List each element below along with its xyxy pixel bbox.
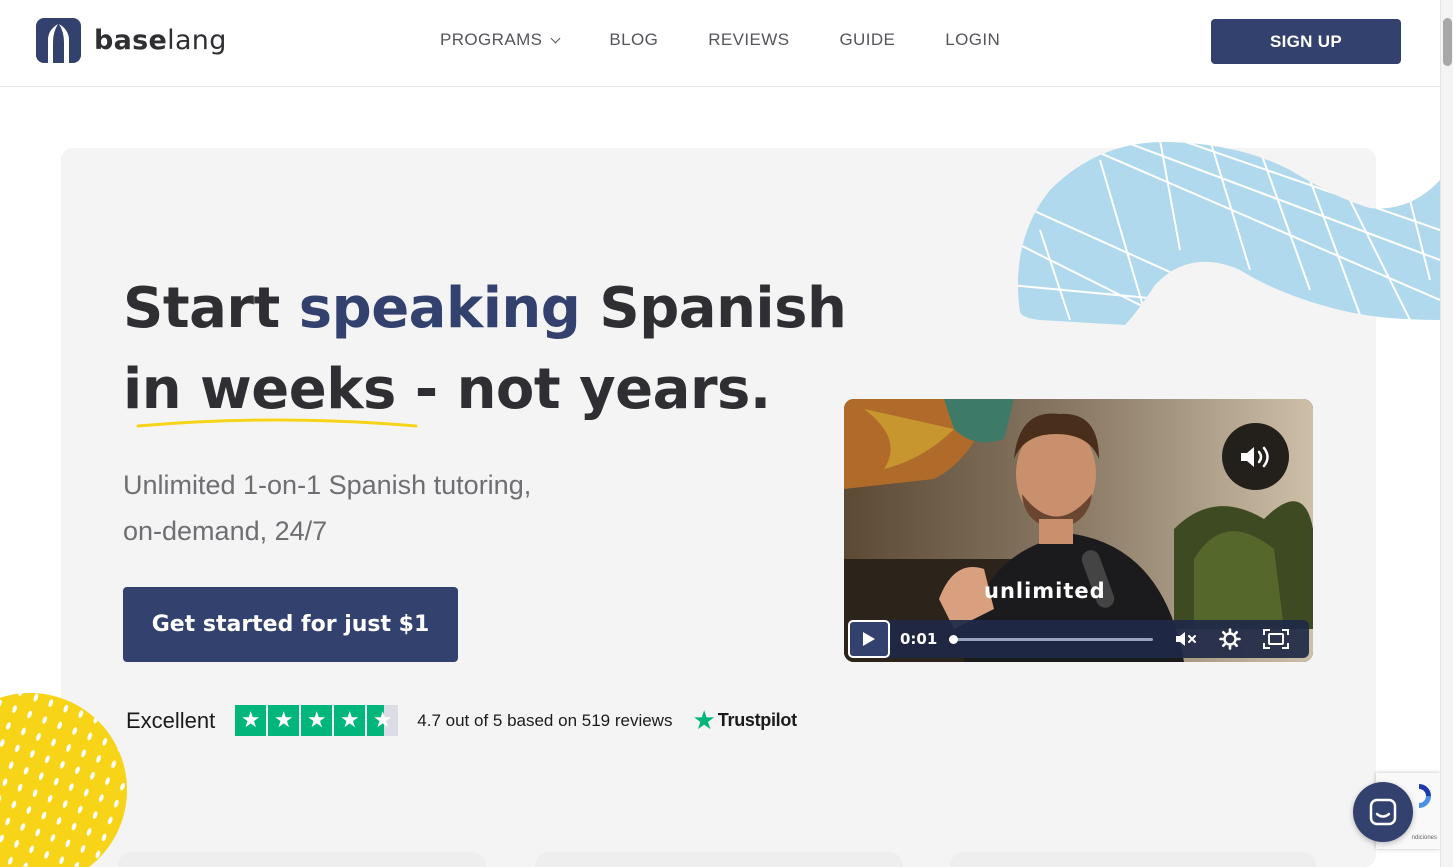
headline-part2: Spanish (580, 276, 847, 341)
logo-text-light: lang (167, 25, 227, 56)
video-controls: 0:01 (848, 620, 1309, 658)
chat-bubble-icon (1369, 798, 1397, 826)
star-icon: ★ (301, 705, 333, 736)
site-header: baselang PROGRAMS BLOG REVIEWS GUIDE LOG… (0, 0, 1440, 87)
nav-programs[interactable]: PROGRAMS (440, 30, 561, 50)
trustpilot-widget[interactable]: Excellent ★ ★ ★ ★ ★ 4.7 out of 5 based o… (126, 705, 797, 736)
trustpilot-logo: ★ Trustpilot (692, 705, 797, 736)
trustpilot-summary: 4.7 out of 5 based on 519 reviews (417, 710, 673, 730)
star-icon: ★ (268, 705, 300, 736)
muted-speaker-icon (1176, 632, 1197, 646)
subhead-line1: Unlimited 1-on-1 Spanish tutoring, (123, 470, 532, 500)
decorative-wave-shape (1018, 141, 1440, 325)
decorative-yellow-circle (0, 693, 127, 867)
headline-underline-decoration (136, 418, 418, 428)
logo-mark-icon (36, 18, 81, 63)
hero-video-player[interactable]: unlimited 0:01 (844, 399, 1313, 662)
hero-subheading: Unlimited 1-on-1 Spanish tutoring, on-de… (123, 462, 531, 554)
star-icon: ★ (235, 705, 267, 736)
chat-launcher-button[interactable] (1353, 782, 1413, 842)
trustpilot-stars: ★ ★ ★ ★ ★ (235, 705, 399, 736)
nav-blog[interactable]: BLOG (609, 30, 658, 50)
recaptcha-terms-text: ndiciones (1411, 835, 1437, 841)
nav-blog-label: BLOG (609, 30, 659, 49)
video-time: 0:01 (900, 630, 938, 648)
fullscreen-button[interactable] (1263, 629, 1290, 649)
logo-wordmark: baselang (94, 25, 227, 56)
play-icon (863, 632, 875, 646)
headline-accent: speaking (298, 276, 581, 341)
settings-button[interactable] (1219, 628, 1242, 650)
trustpilot-brand: Trustpilot (717, 710, 797, 730)
hero-headline: Start speaking Spanish in weeks - not ye… (123, 268, 847, 430)
sign-up-button[interactable]: SIGN UP (1211, 19, 1401, 64)
play-button[interactable] (848, 620, 890, 658)
unmute-button[interactable] (1222, 423, 1289, 490)
page-scrollbar[interactable] (1440, 0, 1453, 867)
half-star-icon: ★ (367, 705, 399, 736)
nav-login-label: LOGIN (945, 30, 1001, 49)
feature-card-peek (535, 852, 903, 867)
trustpilot-rating-word: Excellent (126, 707, 216, 733)
trustpilot-star-icon: ★ (692, 705, 716, 736)
headline-line2: in weeks - not years. (123, 357, 771, 422)
nav-reviews-label: REVIEWS (708, 30, 790, 49)
subhead-line2: on-demand, 24/7 (123, 516, 328, 546)
speaker-volume-icon (1240, 446, 1269, 467)
video-caption-text: unlimited (984, 579, 1106, 603)
video-progress-bar[interactable] (949, 634, 1154, 644)
star-icon: ★ (334, 705, 366, 736)
scrollbar-thumb[interactable] (1443, 18, 1452, 66)
headline-part1: Start (123, 276, 299, 341)
get-started-button[interactable]: Get started for just $1 (123, 587, 458, 662)
mute-toggle-button[interactable] (1175, 631, 1197, 647)
nav-guide[interactable]: GUIDE (839, 30, 895, 50)
fullscreen-icon (1263, 629, 1290, 649)
feature-card-peek (118, 852, 486, 867)
main-nav: PROGRAMS BLOG REVIEWS GUIDE LOGIN (440, 30, 1000, 50)
feature-card-peek (950, 852, 1316, 867)
gear-icon (1219, 628, 1242, 650)
video-progress-handle[interactable] (949, 634, 959, 644)
nav-reviews[interactable]: REVIEWS (708, 30, 789, 50)
chevron-down-icon (550, 33, 561, 43)
logo-text-bold: base (94, 25, 168, 56)
nav-guide-label: GUIDE (839, 30, 896, 49)
nav-login[interactable]: LOGIN (945, 30, 1000, 50)
nav-programs-label: PROGRAMS (440, 30, 543, 49)
baselang-logo[interactable]: baselang (36, 18, 227, 63)
